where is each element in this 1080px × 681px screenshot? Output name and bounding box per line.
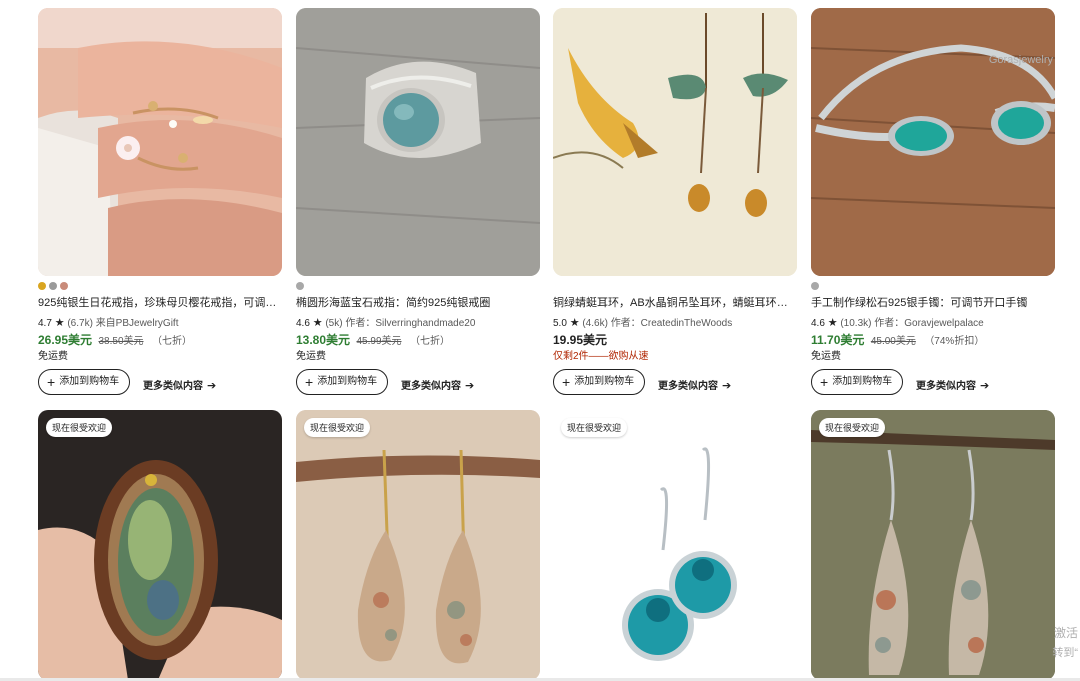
rating-row: 5.0 ★ (4.6k) 作者：CreatedinTheWoods xyxy=(553,314,732,329)
more-like-this-label: 更多类似内容 xyxy=(916,381,976,392)
plus-icon: + xyxy=(305,374,314,390)
swatch-silver[interactable] xyxy=(49,282,57,290)
shipping-label: 免运费 xyxy=(296,351,326,362)
product-image-7[interactable]: 现在很受欢迎 xyxy=(553,410,797,680)
sale-price: 11.70美元 xyxy=(811,333,865,347)
plus-icon: + xyxy=(562,374,571,390)
product-image-6[interactable]: 现在很受欢迎 xyxy=(296,410,540,680)
rating-row: 4.6 ★ (5k) 作者：Silverringhandmade20 xyxy=(296,314,475,329)
star-icon: ★ xyxy=(569,317,580,329)
color-swatches[interactable] xyxy=(296,282,304,290)
swatch-rose[interactable] xyxy=(60,282,68,290)
product-image-4[interactable]: Gorasjewelry xyxy=(811,8,1055,276)
price: 19.95美元 xyxy=(553,333,608,347)
sale-price: 13.80美元 xyxy=(296,333,351,347)
product-image-8[interactable]: 现在很受欢迎 xyxy=(811,410,1055,680)
discount-label: （七折） xyxy=(409,336,450,347)
product-image-3[interactable] xyxy=(553,8,797,276)
add-to-cart-button[interactable]: + 添加到购物车 xyxy=(38,369,131,395)
more-like-this-link[interactable]: 更多类似内容 ➔ xyxy=(916,377,989,392)
rating-row: 4.7 ★ (6.7k) 来自PBJewelryGift xyxy=(38,314,178,329)
plus-icon: + xyxy=(820,374,829,390)
add-to-cart-button[interactable]: + 添加到购物车 xyxy=(811,369,904,395)
product-title[interactable]: 铜绿蜻蜓耳环，AB水晶铜吊坠耳环，蜻蜓耳环，水... xyxy=(553,296,797,310)
original-price: 45.00美元 xyxy=(870,336,916,347)
arrow-right-icon: ➔ xyxy=(722,380,732,392)
rating-row: 4.6 ★ (10.3k) 作者：Goravjewelpalace xyxy=(811,314,984,329)
star-icon: ★ xyxy=(54,317,65,329)
trending-badge: 现在很受欢迎 xyxy=(561,418,628,437)
trending-badge: 现在很受欢迎 xyxy=(819,418,886,437)
product-image-2[interactable] xyxy=(296,8,540,276)
rating-value: 5.0 xyxy=(553,318,567,329)
add-to-cart-label: 添加到购物车 xyxy=(832,376,893,387)
rating-value: 4.7 xyxy=(38,318,52,329)
original-price: 38.50美元 xyxy=(98,336,144,347)
add-to-cart-label: 添加到购物车 xyxy=(59,376,120,387)
stock-warning: 仅剩2件——欲购从速 xyxy=(553,351,649,362)
top-edge xyxy=(0,0,1080,8)
color-swatches[interactable] xyxy=(38,282,68,290)
more-like-this-link[interactable]: 更多类似内容 ➔ xyxy=(658,377,731,392)
shipping-label: 免运费 xyxy=(811,351,841,362)
swatch-gold[interactable] xyxy=(38,282,46,290)
seller-name[interactable]: 作者：Goravjewelpalace xyxy=(874,318,984,329)
more-like-this-link[interactable]: 更多类似内容 ➔ xyxy=(143,377,216,392)
swatch-silver[interactable] xyxy=(296,282,304,290)
image-watermark: Gorasjewelry xyxy=(988,54,1053,66)
arrow-right-icon: ➔ xyxy=(980,380,990,392)
add-to-cart-label: 添加到购物车 xyxy=(574,376,635,387)
arrow-right-icon: ➔ xyxy=(465,380,475,392)
rating-value: 4.6 xyxy=(811,318,825,329)
product-image-1[interactable] xyxy=(38,8,282,276)
rating-value: 4.6 xyxy=(296,318,310,329)
trending-badge: 现在很受欢迎 xyxy=(46,418,113,437)
seller-name[interactable]: 作者：CreatedinTheWoods xyxy=(611,318,733,329)
shipping-label: 免运费 xyxy=(38,351,68,362)
trending-badge: 现在很受欢迎 xyxy=(304,418,371,437)
more-like-this-label: 更多类似内容 xyxy=(401,381,461,392)
color-swatches[interactable] xyxy=(811,282,819,290)
add-to-cart-label: 添加到购物车 xyxy=(317,376,378,387)
review-count: (6.7k) xyxy=(67,318,93,329)
more-like-this-link[interactable]: 更多类似内容 ➔ xyxy=(401,377,474,392)
discount-label: （74%折扣） xyxy=(924,336,985,347)
plus-icon: + xyxy=(47,374,56,390)
star-icon: ★ xyxy=(827,317,838,329)
product-title[interactable]: 手工制作绿松石925银手镯：可调节开口手镯 xyxy=(811,296,1055,310)
product-title[interactable]: 925纯银生日花戒指，珍珠母贝樱花戒指，可调节... xyxy=(38,296,282,310)
star-icon: ★ xyxy=(312,317,323,329)
seller-name[interactable]: 来自PBJewelryGift xyxy=(96,318,179,329)
swatch-silver[interactable] xyxy=(811,282,819,290)
review-count: (10.3k) xyxy=(840,318,872,329)
product-image-5[interactable]: 现在很受欢迎 xyxy=(38,410,282,680)
system-overlay-line2: 转到“ xyxy=(1052,647,1078,659)
review-count: (5k) xyxy=(325,318,343,329)
system-overlay-line1: 激活 xyxy=(1053,626,1078,640)
add-to-cart-button[interactable]: + 添加到购物车 xyxy=(553,369,646,395)
arrow-right-icon: ➔ xyxy=(207,380,217,392)
seller-name[interactable]: 作者：Silverringhandmade20 xyxy=(345,318,475,329)
product-title[interactable]: 椭圆形海蓝宝石戒指：简约925纯银戒圈 xyxy=(296,296,540,310)
sale-price: 26.95美元 xyxy=(38,333,93,347)
more-like-this-label: 更多类似内容 xyxy=(143,381,203,392)
original-price: 45.99美元 xyxy=(356,336,402,347)
add-to-cart-button[interactable]: + 添加到购物车 xyxy=(296,369,389,395)
discount-label: （七折） xyxy=(151,336,192,347)
review-count: (4.6k) xyxy=(582,318,608,329)
more-like-this-label: 更多类似内容 xyxy=(658,381,718,392)
